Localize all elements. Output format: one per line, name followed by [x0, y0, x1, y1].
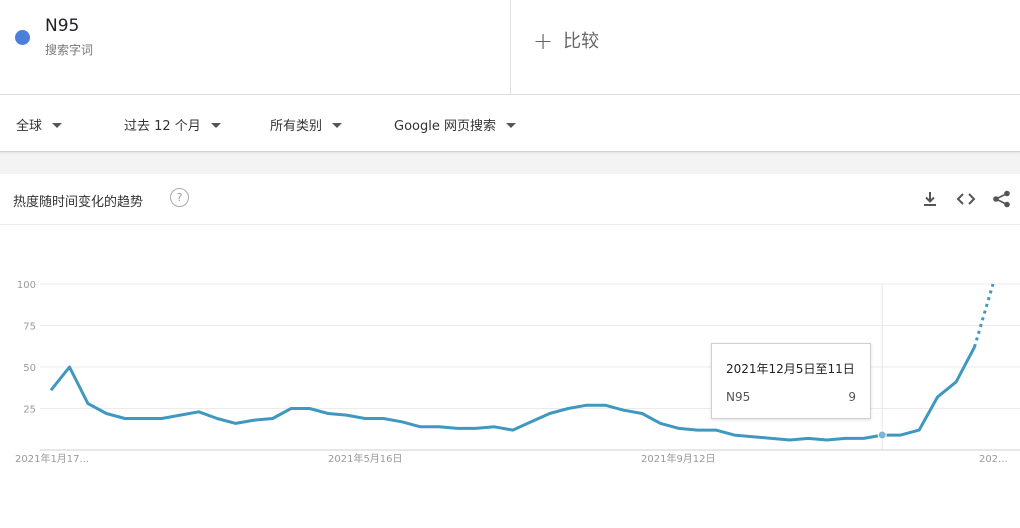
tooltip-value: 9 [848, 390, 856, 404]
caret-down-icon [332, 123, 343, 128]
card-header: 热度随时间变化的趋势 ? [0, 174, 1020, 225]
caret-down-icon [52, 123, 63, 128]
y-tick-label: 100 [17, 280, 36, 291]
search-type-dropdown[interactable]: Google 网页搜索 [394, 115, 516, 134]
download-icon[interactable] [921, 190, 939, 208]
filter-bar: 全球 过去 12 个月 所有类别 Google 网页搜索 [0, 95, 1020, 152]
card-title: 热度随时间变化的趋势 [13, 195, 144, 210]
compare-button[interactable]: + 比较 [533, 27, 599, 55]
region-label: 全球 [16, 119, 43, 134]
time-range-label: 过去 12 个月 [124, 119, 201, 134]
region-dropdown[interactable]: 全球 [16, 115, 63, 134]
highlight-point [877, 430, 887, 440]
y-tick-label: 25 [23, 405, 36, 416]
x-tick-label: 2021年9月12日 [641, 452, 716, 465]
term-color-dot [15, 30, 30, 45]
plus-icon: + [533, 27, 554, 55]
help-icon[interactable]: ? [170, 188, 189, 207]
tooltip-date: 2021年12月5日至11日 [726, 362, 855, 376]
x-tick-label: 2021年1月17... [15, 452, 89, 465]
category-label: 所有类别 [270, 119, 323, 134]
embed-code-icon[interactable] [956, 190, 976, 208]
caret-down-icon [505, 123, 516, 128]
x-tick-label: 202... [979, 454, 1008, 465]
chart-tooltip: 2021年12月5日至11日 N95 9 [711, 343, 871, 419]
search-term-card[interactable]: N95 搜索字词 [0, 0, 511, 94]
trend-line-partial [973, 283, 995, 348]
share-icon[interactable] [992, 190, 1012, 208]
caret-down-icon [210, 123, 221, 128]
y-tick-label: 75 [23, 322, 36, 333]
y-tick-label: 50 [23, 363, 36, 374]
term-name[interactable]: N95 [45, 16, 79, 36]
search-type-label: Google 网页搜索 [394, 119, 496, 134]
x-tick-label: 2021年5月16日 [328, 452, 403, 465]
term-subtitle: 搜索字词 [45, 43, 94, 57]
time-range-dropdown[interactable]: 过去 12 个月 [124, 115, 221, 134]
category-dropdown[interactable]: 所有类别 [270, 115, 343, 134]
search-term-bar: N95 搜索字词 + 比较 [0, 0, 1020, 95]
tooltip-term: N95 [726, 390, 751, 404]
compare-label: 比较 [563, 31, 600, 52]
